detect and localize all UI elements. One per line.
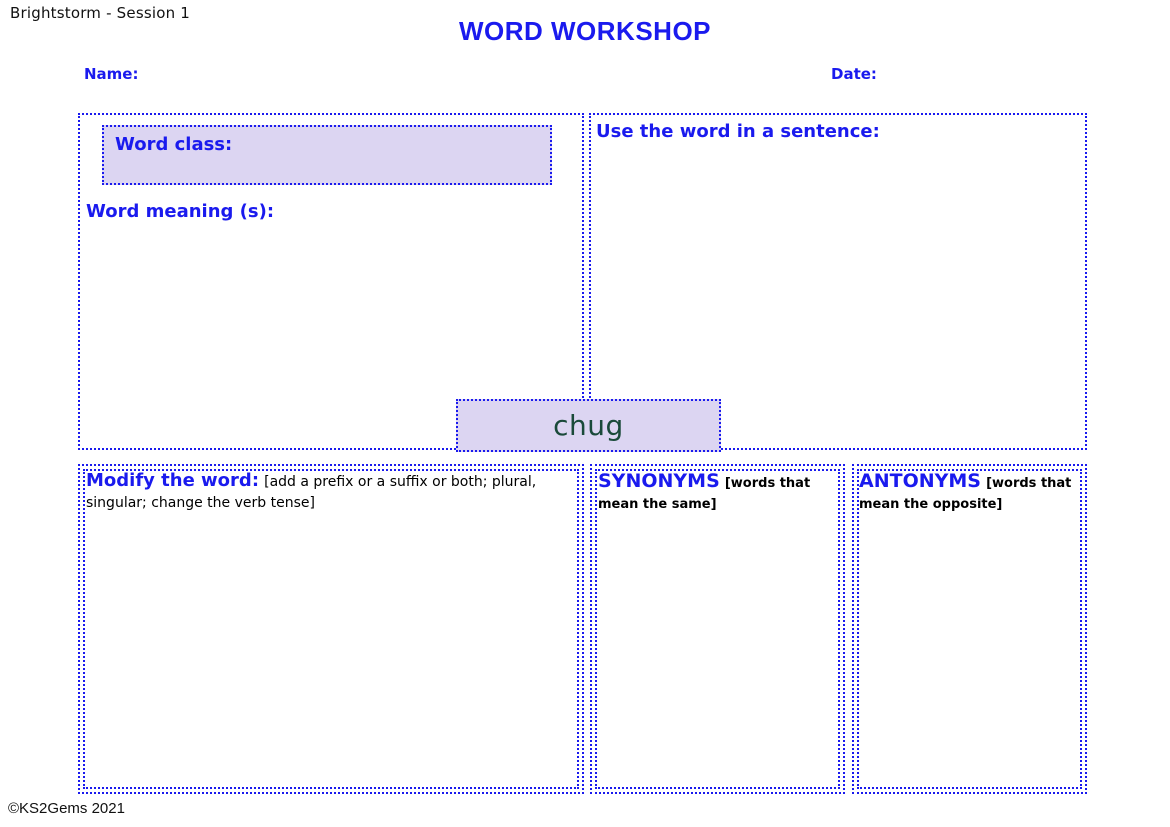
modify-word-panel[interactable] — [78, 464, 584, 794]
synonyms-keyword: SYNONYMS — [598, 470, 720, 492]
copyright-credit: ©KS2Gems 2021 — [8, 800, 125, 817]
panel-inner-rule — [595, 469, 840, 789]
sentence-label: Use the word in a sentence: — [596, 121, 880, 142]
page-title: WORD WORKSHOP — [0, 16, 1170, 47]
antonyms-keyword: ANTONYMS — [859, 470, 981, 492]
modify-word-keyword: Modify the word: — [86, 470, 259, 491]
word-class-label: Word class: — [115, 134, 232, 155]
focus-word-box: chug — [456, 399, 721, 452]
antonyms-heading: ANTONYMS [words that mean the opposite] — [859, 469, 1081, 514]
word-meaning-label: Word meaning (s): — [86, 201, 274, 222]
word-class-box[interactable]: Word class: — [102, 125, 552, 185]
synonyms-heading: SYNONYMS [words that mean the same] — [598, 469, 838, 514]
panel-inner-rule — [857, 469, 1082, 789]
date-field-label: Date: — [831, 65, 877, 83]
name-field-label: Name: — [84, 65, 138, 83]
focus-word-text: chug — [553, 412, 624, 440]
modify-word-heading: Modify the word: [add a prefix or a suff… — [86, 469, 572, 513]
panel-inner-rule — [83, 469, 579, 789]
